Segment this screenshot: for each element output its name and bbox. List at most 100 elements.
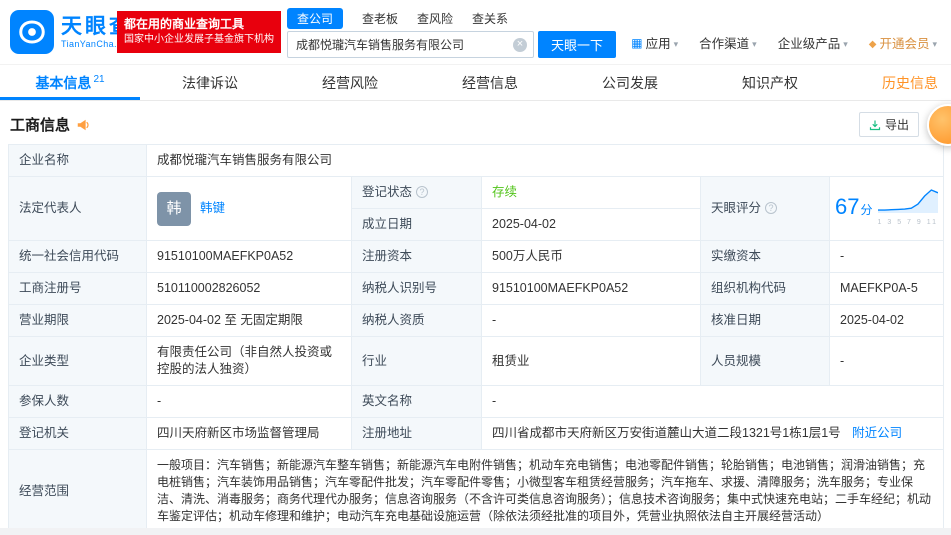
legal-rep-link[interactable]: 韩键 xyxy=(200,200,225,217)
business-scope-value: 一般项目：汽车销售；新能源汽车整车销售；新能源汽车电附件销售；机动车充电销售；电… xyxy=(146,449,944,533)
info-icon[interactable] xyxy=(765,202,778,214)
tab-search-boss[interactable]: 查老板 xyxy=(362,10,398,27)
score-axis-ticks: 1 3 5 7 9 11 xyxy=(877,218,938,226)
menu-enterprise[interactable]: 企业级产品 xyxy=(778,33,848,52)
industry-label: 行业 xyxy=(351,336,482,386)
insured-value: - xyxy=(146,385,352,418)
search-input[interactable] xyxy=(288,32,533,57)
taxpayer-quality-value: - xyxy=(481,304,701,337)
tab-ip-label: 知识产权 xyxy=(742,75,798,91)
tab-search-company[interactable]: 查公司 xyxy=(287,8,344,29)
establish-date-value: 2025-04-02 xyxy=(481,208,701,241)
approve-date-label: 核准日期 xyxy=(700,304,830,337)
tab-intellectual-property[interactable]: 知识产权 xyxy=(700,65,840,100)
business-scope-label: 经营范围 xyxy=(8,449,147,533)
tab-development-label: 公司发展 xyxy=(602,75,658,91)
english-name-label: 英文名称 xyxy=(351,385,482,418)
credit-code-value: 91510100MAEFKP0A52 xyxy=(146,240,352,273)
info-icon[interactable] xyxy=(416,186,429,198)
table-row: 工商注册号 510110002826052 纳税人识别号 91510100MAE… xyxy=(8,272,944,305)
promo-banner: 都在用的商业查询工具 国家中小企业发展子基金旗下机构 xyxy=(117,11,281,53)
paid-capital-label: 实缴资本 xyxy=(700,240,830,273)
reg-status-value: 存续 xyxy=(481,176,701,209)
reg-status-label: 登记状态 xyxy=(351,176,482,209)
section-title: 工商信息 xyxy=(10,117,71,134)
reg-capital-label: 注册资本 xyxy=(351,240,482,273)
chevron-down-icon xyxy=(752,36,757,50)
staff-size-label: 人员规模 xyxy=(700,336,830,386)
org-code-value: MAEFKP0A-5 xyxy=(829,272,944,305)
paid-capital-value: - xyxy=(829,240,944,273)
tab-company-development[interactable]: 公司发展 xyxy=(560,65,700,100)
reg-no-value: 510110002826052 xyxy=(146,272,352,305)
tab-basic-info[interactable]: 基本信息 21 xyxy=(0,65,140,100)
table-row: 营业期限 2025-04-02 至 无固定期限 纳税人资质 - 核准日期 202… xyxy=(8,304,944,337)
clear-search-icon[interactable] xyxy=(513,37,527,52)
nearby-companies-link[interactable]: 附近公司 xyxy=(852,426,902,440)
term-label: 营业期限 xyxy=(8,304,147,337)
tab-operating-risk[interactable]: 经营风险 xyxy=(280,65,420,100)
address-value: 四川省成都市天府新区万安街道麓山大道二段1321号1栋1层1号 xyxy=(492,426,841,440)
staff-size-value: - xyxy=(829,336,944,386)
detail-tabbar: 基本信息 21 法律诉讼 经营风险 经营信息 公司发展 知识产权 历史信息 xyxy=(0,64,951,101)
legal-rep-cell: 韩 韩键 xyxy=(146,176,352,241)
insured-label: 参保人数 xyxy=(8,385,147,418)
table-row: 统一社会信用代码 91510100MAEFKP0A52 注册资本 500万人民币… xyxy=(8,240,944,273)
menu-apps[interactable]: 应用 xyxy=(631,33,678,52)
logo-eye-icon xyxy=(10,10,54,54)
page-bottom-strip xyxy=(0,528,951,535)
reg-capital-value: 500万人民币 xyxy=(481,240,701,273)
table-row: 企业类型 有限责任公司（非自然人投资或控股的法人独资） 行业 租赁业 人员规模 … xyxy=(8,336,944,386)
tab-search-risk[interactable]: 查风险 xyxy=(417,10,453,27)
table-row: 经营范围 一般项目：汽车销售；新能源汽车整车销售；新能源汽车电附件销售；机动车充… xyxy=(8,449,944,533)
legal-rep-avatar[interactable]: 韩 xyxy=(157,191,191,226)
taxpayer-no-label: 纳税人识别号 xyxy=(351,272,482,305)
approve-date-value: 2025-04-02 xyxy=(829,304,944,337)
table-row: 登记机关 四川天府新区市场监督管理局 注册地址 四川省成都市天府新区万安街道麓山… xyxy=(8,417,944,450)
menu-cooperation[interactable]: 合作渠道 xyxy=(699,33,757,52)
score-sparkline-svg xyxy=(877,188,938,213)
credit-code-label: 统一社会信用代码 xyxy=(8,240,147,273)
menu-apps-label: 应用 xyxy=(645,37,671,51)
company-name-value: 成都悦瓏汽车销售服务有限公司 xyxy=(146,144,944,177)
export-label: 导出 xyxy=(884,118,909,132)
page: 天眼查 TianYanCha.com 都在用的商业查询工具 国家中小企业发展子基… xyxy=(0,0,951,535)
export-icon xyxy=(869,120,881,130)
score-cell[interactable]: 67分 1 3 5 7 9 11 xyxy=(829,176,944,241)
tab-basic-label: 基本信息 xyxy=(35,75,92,91)
tab-search-relation[interactable]: 查关系 xyxy=(472,10,508,27)
table-row: 企业名称 成都悦瓏汽车销售服务有限公司 xyxy=(8,144,944,177)
banner-line2: 国家中小企业发展子基金旗下机构 xyxy=(124,34,274,45)
legal-rep-label: 法定代表人 xyxy=(8,176,147,241)
menu-cooperation-label: 合作渠道 xyxy=(699,37,750,51)
company-type-label: 企业类型 xyxy=(8,336,147,386)
tab-legal[interactable]: 法律诉讼 xyxy=(140,65,280,100)
chevron-down-icon xyxy=(843,36,848,50)
term-value: 2025-04-02 至 无固定期限 xyxy=(146,304,352,337)
table-row: 法定代表人 韩 韩键 登记状态 存续 天眼评分 xyxy=(8,176,944,241)
announcement-horn-icon[interactable] xyxy=(76,118,90,132)
search-button[interactable]: 天眼一下 xyxy=(538,31,617,58)
establish-date-label: 成立日期 xyxy=(351,208,482,241)
table-row: 参保人数 - 英文名称 - xyxy=(8,385,944,418)
menu-vip[interactable]: 开通会员 xyxy=(869,33,937,52)
authority-label: 登记机关 xyxy=(8,417,147,450)
address-label: 注册地址 xyxy=(351,417,482,450)
score-value: 67分 xyxy=(835,194,873,219)
banner-line1: 都在用的商业查询工具 xyxy=(124,17,245,31)
tab-basic-count: 21 xyxy=(93,74,105,85)
search-bar: 天眼一下 xyxy=(287,31,617,58)
tab-operation-label: 经营信息 xyxy=(462,75,518,91)
chevron-down-icon xyxy=(674,36,679,50)
score-sparkline: 1 3 5 7 9 11 xyxy=(878,187,938,231)
export-button[interactable]: 导出 xyxy=(858,112,919,137)
tab-legal-label: 法律诉讼 xyxy=(182,75,238,91)
authority-value: 四川天府新区市场监督管理局 xyxy=(146,417,352,450)
menu-vip-label: 开通会员 xyxy=(879,37,930,51)
site-header: 天眼查 TianYanCha.com 都在用的商业查询工具 国家中小企业发展子基… xyxy=(0,0,951,64)
business-info-section: 工商信息 导出 企业名称 成都悦瓏汽车销售服务有限公司 法定代表人 韩 韩键 登… xyxy=(0,101,951,533)
tab-operation-info[interactable]: 经营信息 xyxy=(420,65,560,100)
tab-history-info[interactable]: 历史信息 xyxy=(840,65,951,100)
company-type-value: 有限责任公司（非自然人投资或控股的法人独资） xyxy=(146,336,352,386)
vip-diamond-icon xyxy=(869,36,877,50)
